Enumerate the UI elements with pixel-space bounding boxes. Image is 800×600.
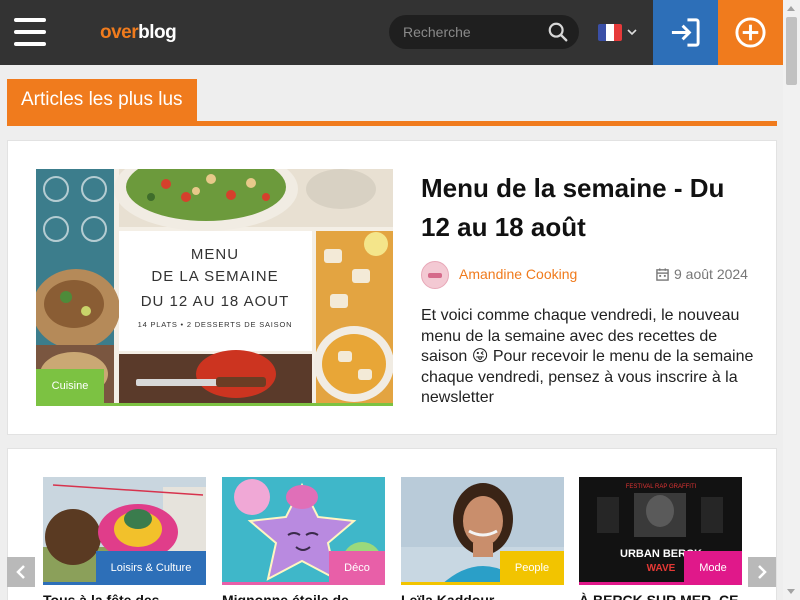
category-badge[interactable]: Mode <box>684 551 742 585</box>
poster-top-text: FESTIVAL RAP GRAFFITI <box>626 484 697 490</box>
image-text-line4: 14 PLATS • 2 DESSERTS DE SAISON <box>138 320 293 329</box>
section-title: Articles les plus lus <box>7 79 197 121</box>
search-box <box>389 15 579 49</box>
category-badge[interactable]: People <box>500 551 564 585</box>
scroll-down-arrow-icon[interactable] <box>787 589 795 594</box>
carousel-card-title[interactable]: À BERCK SUR MER, CE <box>579 592 742 600</box>
carousel-card[interactable]: Loisirs & Culture Tous à la fête des <box>43 477 206 600</box>
france-flag-icon <box>598 24 622 41</box>
calendar-icon <box>656 268 669 281</box>
carousel-card-title[interactable]: Mignonne étoile de <box>222 592 385 600</box>
poster-subtitle-text: WAVE <box>647 563 676 574</box>
section-underline <box>7 121 777 126</box>
carousel-card[interactable]: People Leïla Kaddour <box>401 477 564 600</box>
featured-article-image[interactable]: MENU DE LA SEMAINE DU 12 AU 18 AOUT 14 P… <box>36 169 393 406</box>
carousel-next-button[interactable] <box>748 557 776 587</box>
section-header: Articles les plus lus <box>7 79 777 127</box>
magnifier-icon[interactable] <box>547 21 569 43</box>
chevron-left-icon <box>16 565 25 579</box>
image-text-line2: DE LA SEMAINE <box>151 268 278 285</box>
carousel-card[interactable]: Déco Mignonne étoile de <box>222 477 385 600</box>
add-button[interactable] <box>718 0 783 65</box>
carousel-card-title[interactable]: Leïla Kaddour <box>401 592 564 600</box>
search-input[interactable] <box>403 22 543 42</box>
category-color-stripe <box>36 403 393 406</box>
overblog-logo[interactable]: overblog <box>100 22 177 44</box>
page-scrollbar[interactable] <box>783 0 800 600</box>
carousel-card-image: FESTIVAL RAP GRAFFITI URBAN BERCK WAVE M… <box>579 477 742 585</box>
hamburger-menu-icon[interactable] <box>14 18 46 46</box>
scroll-up-arrow-icon[interactable] <box>787 6 795 11</box>
category-badge[interactable]: Loisirs & Culture <box>96 551 206 585</box>
language-selector[interactable] <box>598 24 640 42</box>
carousel-card-image: Loisirs & Culture <box>43 477 206 585</box>
publish-date: 9 août 2024 <box>656 266 748 282</box>
publish-date-text: 9 août 2024 <box>674 266 748 282</box>
image-text-line1: MENU <box>191 246 239 263</box>
category-color-stripe <box>401 582 564 585</box>
carousel-card-title[interactable]: Tous à la fête des <box>43 592 206 600</box>
login-button[interactable] <box>653 0 718 65</box>
logo-over-text: over <box>100 22 139 43</box>
featured-article-card: MENU DE LA SEMAINE DU 12 AU 18 AOUT 14 P… <box>7 140 777 435</box>
carousel-card[interactable]: FESTIVAL RAP GRAFFITI URBAN BERCK WAVE M… <box>579 477 742 600</box>
category-color-stripe <box>222 582 385 585</box>
author-avatar[interactable] <box>421 261 449 289</box>
category-badge[interactable]: Déco <box>329 551 385 585</box>
featured-article-title[interactable]: Menu de la semaine - Du 12 au 18 août <box>421 169 751 247</box>
carousel-card-image: People <box>401 477 564 585</box>
author-name[interactable]: Amandine Cooking <box>459 266 577 282</box>
sign-in-icon <box>671 18 700 47</box>
carousel-card-image: Déco <box>222 477 385 585</box>
category-badge-cuisine[interactable]: Cuisine <box>36 369 104 403</box>
featured-article-excerpt: Et voici comme chaque vendredi, le nouve… <box>421 307 754 406</box>
carousel-prev-button[interactable] <box>7 557 35 587</box>
articles-carousel: Loisirs & Culture Tous à la fête des Déc… <box>7 448 777 600</box>
image-text-line3: DU 12 AU 18 AOUT <box>141 293 290 310</box>
logo-blog-text: blog <box>138 22 177 43</box>
category-color-stripe <box>579 582 742 585</box>
chevron-down-icon <box>627 29 637 36</box>
scroll-thumb[interactable] <box>786 17 797 85</box>
chevron-right-icon <box>758 565 767 579</box>
plus-circle-icon <box>735 17 766 48</box>
top-bar: overblog <box>0 0 783 65</box>
category-color-stripe <box>43 582 206 585</box>
